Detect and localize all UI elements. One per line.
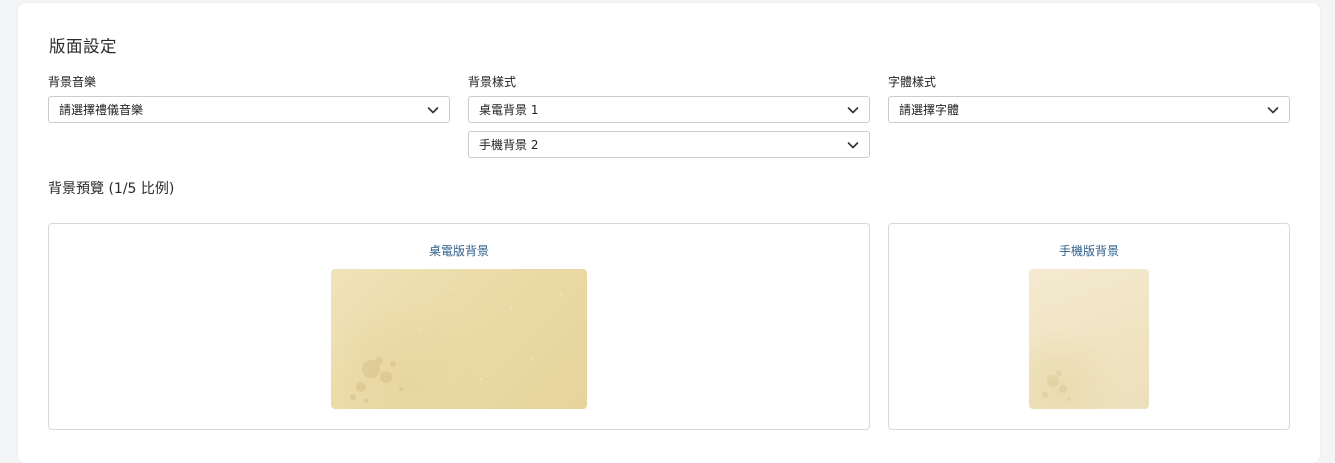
- music-label: 背景音樂: [48, 75, 97, 89]
- chevron-down-icon: [847, 107, 859, 114]
- background-preview-title: 背景預覽 (1/5 比例): [48, 181, 175, 197]
- desktop-background-thumbnail: [331, 269, 587, 409]
- mobile-background-texture: [1042, 370, 1071, 401]
- desktop-background-texture: [350, 288, 562, 404]
- music-select-value: 請選擇禮儀音樂: [59, 103, 144, 117]
- background-style-label: 背景樣式: [468, 75, 517, 89]
- chevron-down-icon: [847, 142, 859, 149]
- mobile-preview-panel: 手機版背景: [888, 223, 1290, 430]
- mobile-background-select[interactable]: 手機背景 2: [468, 131, 870, 158]
- chevron-down-icon: [1267, 107, 1279, 114]
- mobile-preview-label: 手機版背景: [1058, 244, 1119, 258]
- page-title: 版面設定: [49, 37, 117, 56]
- music-select[interactable]: 請選擇禮儀音樂: [48, 96, 450, 123]
- chevron-down-icon: [427, 107, 439, 114]
- desktop-background-select[interactable]: 桌電背景 1: [468, 96, 870, 123]
- mobile-background-value: 手機背景 2: [479, 138, 539, 152]
- font-select[interactable]: 請選擇字體: [888, 96, 1290, 123]
- font-select-value: 請選擇字體: [899, 103, 960, 117]
- font-style-label: 字體樣式: [888, 75, 937, 89]
- desktop-preview-label: 桌電版背景: [428, 244, 489, 258]
- mobile-background-thumbnail: [1029, 269, 1149, 409]
- desktop-background-value: 桌電背景 1: [479, 103, 539, 117]
- desktop-preview-panel: 桌電版背景: [48, 223, 870, 430]
